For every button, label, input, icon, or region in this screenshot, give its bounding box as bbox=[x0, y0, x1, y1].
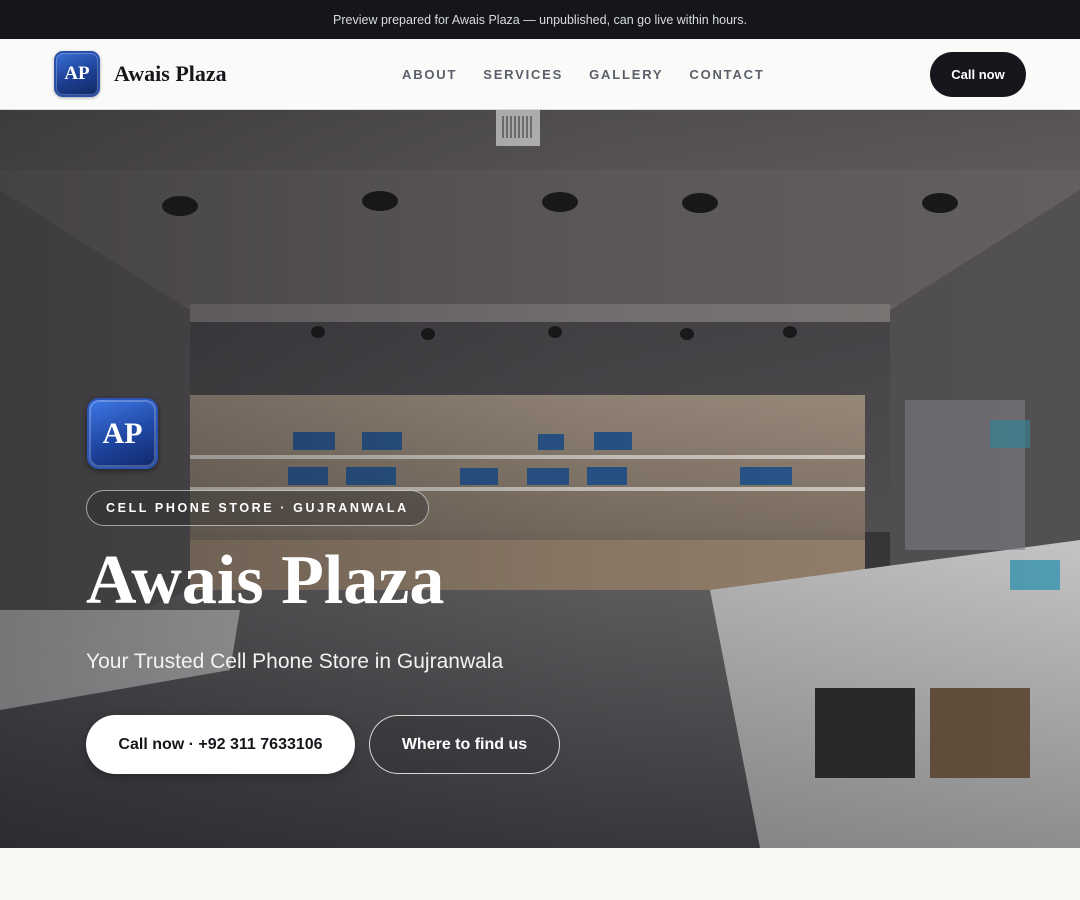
main-nav: ABOUT SERVICES GALLERY CONTACT bbox=[402, 39, 765, 109]
header-call-button[interactable]: Call now bbox=[930, 52, 1026, 97]
nav-link-contact[interactable]: CONTACT bbox=[689, 67, 764, 82]
brand-name: Awais Plaza bbox=[114, 61, 227, 86]
hero-section: AP CELL PHONE STORE · GUJRANWALA Awais P… bbox=[0, 110, 1080, 848]
hero-title: Awais Plaza bbox=[86, 542, 445, 619]
nav-link-gallery[interactable]: GALLERY bbox=[589, 67, 663, 82]
preview-banner-text: Preview prepared for Awais Plaza — unpub… bbox=[333, 12, 747, 27]
hero-subtitle: Your Trusted Cell Phone Store in Gujranw… bbox=[86, 650, 504, 673]
nav-link-services[interactable]: SERVICES bbox=[483, 67, 563, 82]
call-now-button[interactable]: Call now · +92 311 7633106 bbox=[86, 715, 355, 774]
brand-logo: AP bbox=[54, 51, 100, 97]
site-header: AP Awais Plaza ABOUT SERVICES GALLERY CO… bbox=[0, 39, 1080, 110]
brand[interactable]: AP Awais Plaza bbox=[54, 51, 227, 97]
hero-logo: AP bbox=[87, 398, 158, 469]
nav-link-about[interactable]: ABOUT bbox=[402, 67, 457, 82]
preview-banner: Preview prepared for Awais Plaza — unpub… bbox=[0, 0, 1080, 39]
find-us-button[interactable]: Where to find us bbox=[369, 715, 560, 774]
hero-category-pill: CELL PHONE STORE · GUJRANWALA bbox=[86, 490, 429, 526]
